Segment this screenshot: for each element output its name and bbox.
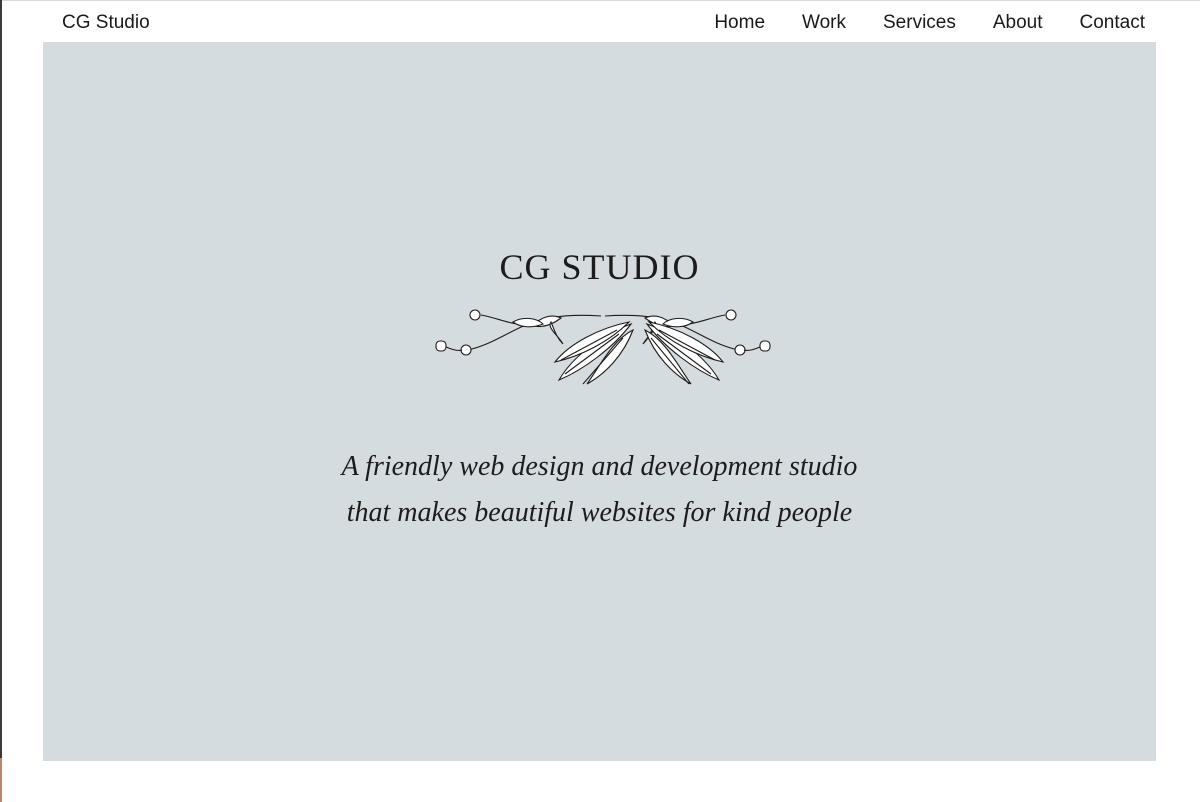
window-left-border (0, 0, 2, 802)
nav-about[interactable]: About (993, 12, 1043, 34)
site-header: CG Studio Home Work Services About Conta… (0, 0, 1200, 42)
floral-laurel-ornament-icon (435, 309, 771, 385)
main-nav: Home Work Services About Contact (714, 12, 1145, 34)
nav-services[interactable]: Services (883, 12, 956, 34)
nav-work[interactable]: Work (802, 12, 846, 34)
window-left-border-accent (0, 758, 2, 802)
nav-home[interactable]: Home (714, 12, 765, 34)
hero-section: CG STUDIO A friendly web design and deve… (43, 42, 1156, 761)
hero-tagline: A friendly web design and development st… (43, 444, 1156, 536)
hero-title: CG STUDIO (499, 247, 700, 287)
hero-tagline-line-2: that makes beautiful websites for kind p… (346, 497, 853, 528)
nav-contact[interactable]: Contact (1080, 12, 1145, 34)
brand-link[interactable]: CG Studio (62, 12, 150, 34)
hero-tagline-line-1: A friendly web design and development st… (341, 451, 858, 482)
